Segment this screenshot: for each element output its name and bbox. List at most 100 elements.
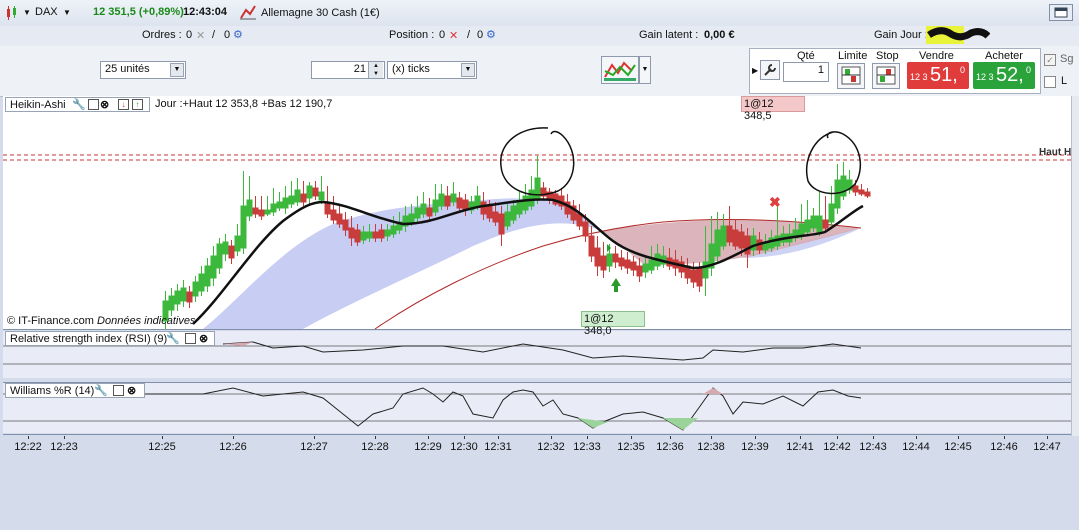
daily-gain-label: Gain Jour : [874, 29, 928, 41]
buy-button[interactable]: 12 3 52, 0 [973, 62, 1035, 89]
gear-icon[interactable]: ⚙ [233, 28, 243, 41]
sell-order-marker[interactable]: 1@12 348,5 [741, 96, 805, 122]
candle [360, 231, 367, 241]
rsi-title: Relative strength index (RSI) (9) [10, 333, 168, 345]
main-chart-header: Heikin-Ashi 🔧 ⊗ ↓ ↑ [5, 97, 150, 112]
limit-order-icon [841, 66, 861, 85]
wrench-icon[interactable]: 🔧 [94, 384, 108, 397]
buy-order-marker[interactable]: 1@12 348,0 [581, 311, 645, 337]
time-tick [800, 436, 801, 439]
vertical-scrollbar[interactable] [1071, 96, 1079, 436]
candle [228, 245, 235, 259]
rsi-panel-header: Relative strength index (RSI) (9) 🔧 ⊗ [5, 331, 215, 346]
symbol-label[interactable]: DAX [35, 6, 58, 18]
cancel-orders-icon[interactable]: ✕ [196, 29, 205, 42]
maximize-icon[interactable] [113, 385, 124, 396]
time-tick [233, 436, 234, 439]
position-label: Position : [389, 29, 435, 41]
candle [438, 193, 445, 207]
candlestick-icon[interactable] [5, 6, 19, 23]
period-unit-value: (x) ticks [392, 63, 430, 75]
gear-icon[interactable]: ⚙ [486, 28, 496, 41]
buy-price-main: 52, [996, 64, 1024, 86]
quantity-input[interactable]: 1 [783, 62, 829, 82]
candle [720, 225, 727, 247]
move-down-icon[interactable]: ↓ [118, 99, 129, 110]
time-tick [873, 436, 874, 439]
time-label: 12:31 [484, 441, 512, 453]
candle [510, 205, 517, 221]
position-count-b: 0 [477, 29, 484, 41]
quantity-value: 1 [817, 64, 824, 76]
candle [456, 197, 463, 209]
stop-order-button[interactable] [872, 63, 900, 89]
sell-button[interactable]: 12 3 51, 0 [907, 62, 969, 89]
time-tick [837, 436, 838, 439]
candle [816, 215, 823, 233]
collapse-arrow-icon[interactable]: ▶ [752, 66, 758, 75]
l-checkbox[interactable] [1044, 76, 1056, 88]
move-up-icon[interactable]: ↑ [132, 99, 143, 110]
candle [198, 273, 205, 292]
period-unit-select[interactable]: (x) ticks ▼ [387, 61, 477, 79]
time-tick [498, 436, 499, 439]
daily-gain-redacted [926, 26, 991, 44]
candle [192, 281, 199, 297]
chevron-down-icon[interactable]: ▼ [170, 63, 184, 77]
williams-pane [3, 383, 1071, 433]
candle [636, 265, 643, 277]
candle [180, 287, 187, 302]
time-tick [162, 436, 163, 439]
period-input[interactable]: 21 ▲ ▼ [311, 61, 385, 79]
indicators-button[interactable] [601, 56, 639, 84]
chevron-down-icon[interactable]: ▼ [63, 8, 71, 17]
chevron-down-icon[interactable]: ▼ [23, 8, 31, 17]
candle [270, 203, 277, 213]
candle [828, 203, 835, 223]
time-tick [464, 436, 465, 439]
candle [690, 269, 697, 283]
time-tick [551, 436, 552, 439]
candle [534, 177, 541, 201]
candle [450, 193, 457, 203]
close-icon[interactable]: ⊗ [127, 384, 136, 397]
wrench-icon[interactable]: 🔧 [72, 98, 86, 111]
candle [312, 187, 319, 197]
candle [612, 253, 619, 263]
maximize-icon[interactable] [185, 333, 196, 344]
chevron-down-icon[interactable]: ▼ [639, 56, 651, 84]
limit-order-button[interactable] [837, 63, 865, 89]
candle [732, 229, 739, 247]
candle [630, 261, 637, 271]
time-label: 12:33 [573, 441, 601, 453]
candle [354, 229, 361, 243]
candle [324, 203, 331, 215]
candle [804, 219, 811, 233]
candle [594, 247, 601, 267]
wrench-icon[interactable]: 🔧 [166, 332, 180, 345]
close-icon[interactable]: ⊗ [199, 332, 208, 345]
chevron-down-icon[interactable]: ▼ [461, 63, 475, 77]
price-chart-canvas[interactable]: ✖ [3, 96, 1071, 456]
maximize-icon[interactable] [88, 99, 99, 110]
candle [318, 191, 325, 201]
candle [810, 215, 817, 229]
market-icon [240, 4, 256, 23]
units-select[interactable]: 25 unités ▼ [100, 61, 186, 79]
close-icon[interactable]: ⊗ [100, 98, 109, 111]
close-position-icon[interactable]: ✕ [449, 29, 458, 42]
candle [480, 201, 487, 215]
wrench-icon [764, 64, 776, 76]
sg-label: Sg [1060, 53, 1074, 65]
wrench-button[interactable] [760, 60, 780, 80]
candle [726, 225, 733, 243]
time-label: 12:36 [656, 441, 684, 453]
window-menu-button[interactable] [1049, 4, 1073, 21]
time-axis: 12:22 12:23 12:25 12:26 12:27 12:28 12:29 12:30… [0, 436, 1079, 465]
candle [588, 235, 595, 257]
sg-checkbox[interactable]: ✓ [1044, 54, 1056, 66]
buy-price-fraction: 0 [1026, 65, 1032, 75]
day-high-low-info: Jour :+Haut 12 353,8 +Bas 12 190,7 [155, 98, 333, 110]
period-stepper[interactable]: ▲ ▼ [368, 62, 383, 78]
candle [702, 261, 709, 279]
